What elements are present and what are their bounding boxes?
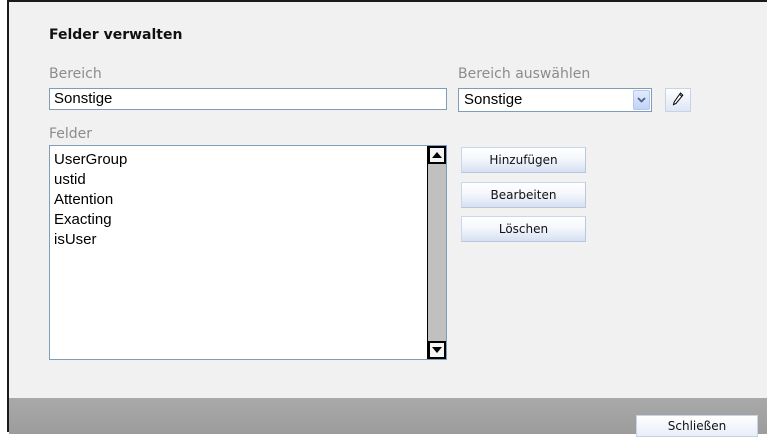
bereich-auswaehlen-label: Bereich auswählen xyxy=(458,66,591,82)
manage-fields-dialog: Felder verwalten Bereich Sonstige Bereic… xyxy=(7,0,767,437)
felder-label: Felder xyxy=(49,126,93,142)
close-button[interactable]: Schließen xyxy=(636,415,758,437)
listbox-scrollbar[interactable] xyxy=(427,146,446,359)
dialog-title: Felder verwalten xyxy=(49,27,183,43)
felder-list: UserGroup ustid Attention Exacting isUse… xyxy=(54,150,422,250)
bereich-input[interactable]: Sonstige xyxy=(49,88,447,110)
bereich-label: Bereich xyxy=(49,66,102,82)
delete-field-button[interactable]: Löschen xyxy=(461,216,586,242)
list-item[interactable]: UserGroup xyxy=(54,150,422,170)
arrow-up-icon[interactable] xyxy=(428,146,446,164)
bereich-select-value: Sonstige xyxy=(464,91,523,108)
pencil-icon xyxy=(672,91,684,110)
felder-listbox[interactable]: UserGroup ustid Attention Exacting isUse… xyxy=(49,145,447,360)
bereich-select[interactable]: Sonstige xyxy=(458,88,652,112)
list-item[interactable]: Attention xyxy=(54,190,422,210)
list-item[interactable]: isUser xyxy=(54,230,422,250)
chevron-down-icon[interactable] xyxy=(633,90,650,110)
edit-field-button[interactable]: Bearbeiten xyxy=(461,182,586,208)
bereich-input-value: Sonstige xyxy=(54,90,113,107)
list-item[interactable]: ustid xyxy=(54,170,422,190)
list-item[interactable]: Exacting xyxy=(54,210,422,230)
arrow-down-icon[interactable] xyxy=(428,341,446,359)
edit-bereich-button[interactable] xyxy=(665,88,691,112)
add-field-button[interactable]: Hinzufügen xyxy=(461,147,586,173)
